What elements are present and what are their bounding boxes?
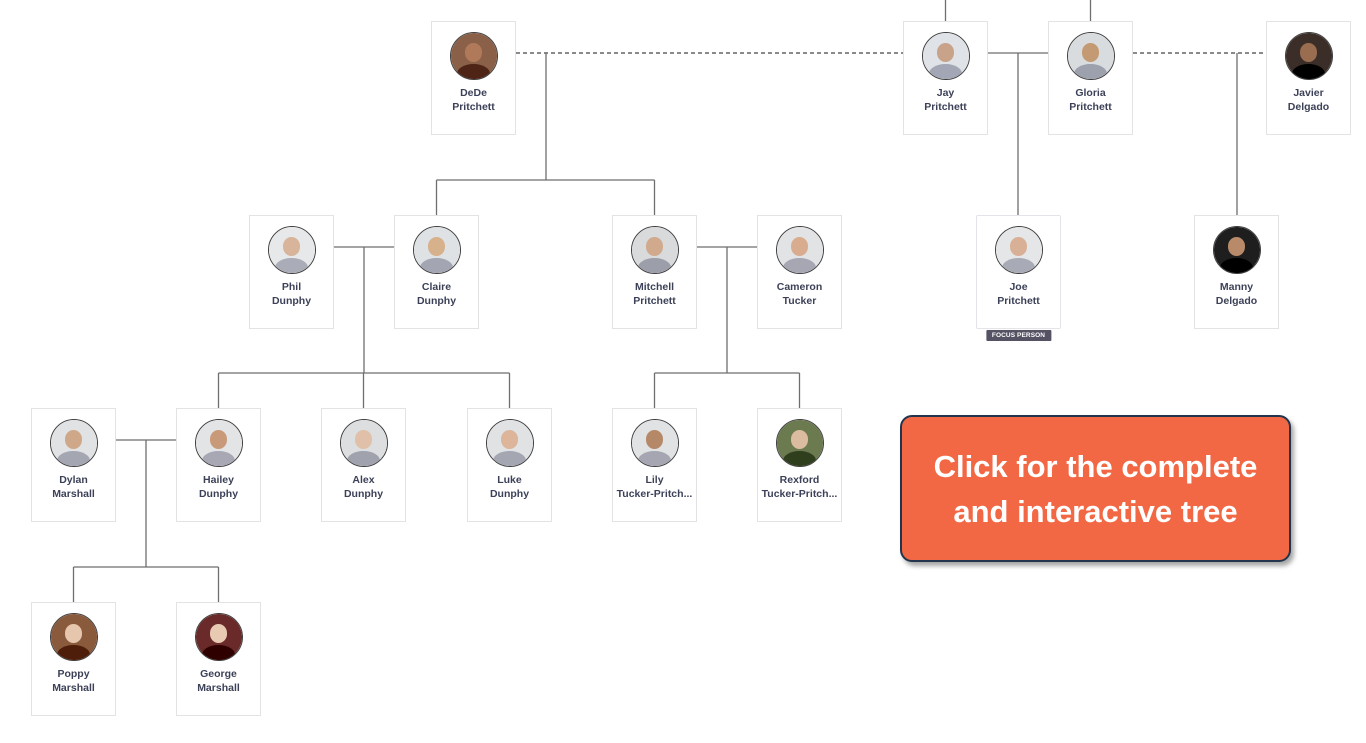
avatar-photo [1212, 226, 1261, 274]
first-name: Cameron [776, 281, 823, 293]
avatar-photo [49, 419, 98, 467]
avatar-photo [339, 419, 388, 467]
first-name: Hailey [203, 474, 234, 486]
avatar-photo [485, 419, 534, 467]
person-name: Luke Dunphy [470, 473, 549, 501]
person-name: Lily Tucker-Pritch... [615, 473, 694, 501]
person-card-phil[interactable]: Phil Dunphy [249, 215, 334, 329]
person-name: DeDe Pritchett [434, 86, 513, 114]
last-name: Dunphy [416, 295, 457, 307]
person-card-manny[interactable]: Manny Delgado [1194, 215, 1279, 329]
person-card-javier[interactable]: Javier Delgado [1266, 21, 1351, 135]
person-card-hailey[interactable]: Hailey Dunphy [176, 408, 261, 522]
person-name: Alex Dunphy [324, 473, 403, 501]
last-name: Delgado [1287, 101, 1330, 113]
last-name: Pritchett [633, 295, 676, 307]
avatar-photo [921, 32, 970, 80]
last-name: Dunphy [343, 488, 384, 500]
last-name: Dunphy [271, 295, 312, 307]
person-card-mitchell[interactable]: Mitchell Pritchett [612, 215, 697, 329]
avatar-photo [994, 226, 1043, 274]
cta-line-1: Click for the complete [933, 448, 1258, 484]
family-tree-canvas[interactable]: DeDe Pritchett Jay Pritchett Gloria Pritchett… [0, 0, 1366, 743]
first-name: Rexford [779, 474, 820, 486]
last-name: Tucker-Pritch... [616, 488, 693, 500]
last-name: Delgado [1215, 295, 1258, 307]
avatar-photo [267, 226, 316, 274]
avatar-photo [630, 419, 679, 467]
first-name: Lily [645, 474, 664, 486]
person-card-lily[interactable]: Lily Tucker-Pritch... [612, 408, 697, 522]
person-name: Mitchell Pritchett [615, 280, 694, 308]
person-name: Rexford Tucker-Pritch... [760, 473, 839, 501]
avatar-photo [775, 419, 824, 467]
last-name: Pritchett [452, 101, 495, 113]
person-card-jay[interactable]: Jay Pritchett [903, 21, 988, 135]
first-name: Jay [936, 87, 955, 99]
person-name: George Marshall [179, 667, 258, 695]
last-name: Marshall [52, 682, 95, 694]
person-card-poppy[interactable]: Poppy Marshall [31, 602, 116, 716]
avatar-photo [194, 613, 243, 661]
open-full-tree-button[interactable]: Click for the complete and interactive t… [900, 415, 1291, 562]
person-card-gloria[interactable]: Gloria Pritchett [1048, 21, 1133, 135]
first-name: George [200, 668, 237, 680]
first-name: Dylan [59, 474, 88, 486]
person-card-rexford[interactable]: Rexford Tucker-Pritch... [757, 408, 842, 522]
first-name: Claire [421, 281, 452, 293]
last-name: Dunphy [198, 488, 239, 500]
avatar-photo [449, 32, 498, 80]
first-name: Mitchell [634, 281, 675, 293]
first-name: Phil [281, 281, 302, 293]
last-name: Tucker-Pritch... [761, 488, 838, 500]
avatar-photo [194, 419, 243, 467]
person-name: Cameron Tucker [760, 280, 839, 308]
last-name: Pritchett [924, 101, 967, 113]
avatar-photo [1284, 32, 1333, 80]
person-name: Joe Pritchett [979, 280, 1058, 308]
person-card-claire[interactable]: Claire Dunphy [394, 215, 479, 329]
person-name: Hailey Dunphy [179, 473, 258, 501]
last-name: Pritchett [997, 295, 1040, 307]
last-name: Tucker [782, 295, 817, 307]
first-name: Joe [1009, 281, 1028, 293]
first-name: Manny [1219, 281, 1254, 293]
person-card-dylan[interactable]: Dylan Marshall [31, 408, 116, 522]
first-name: DeDe [460, 87, 487, 99]
focus-person-badge: FOCUS PERSON [985, 330, 1052, 341]
first-name: Luke [497, 474, 522, 486]
first-name: Gloria [1075, 87, 1106, 99]
person-card-george[interactable]: George Marshall [176, 602, 261, 716]
person-name: Phil Dunphy [252, 280, 331, 308]
cta-line-2: and interactive tree [953, 493, 1238, 529]
last-name: Dunphy [489, 488, 530, 500]
first-name: Poppy [57, 668, 90, 680]
person-name: Javier Delgado [1269, 86, 1348, 114]
person-name: Poppy Marshall [34, 667, 113, 695]
first-name: Javier [1293, 87, 1324, 99]
person-card-dede[interactable]: DeDe Pritchett [431, 21, 516, 135]
person-card-cameron[interactable]: Cameron Tucker [757, 215, 842, 329]
avatar-photo [775, 226, 824, 274]
person-name: Jay Pritchett [906, 86, 985, 114]
avatar-photo [49, 613, 98, 661]
avatar-photo [1066, 32, 1115, 80]
person-name: Claire Dunphy [397, 280, 476, 308]
person-name: Dylan Marshall [34, 473, 113, 501]
avatar-photo [630, 226, 679, 274]
person-card-joe[interactable]: Joe Pritchett FOCUS PERSON [976, 215, 1061, 341]
last-name: Marshall [52, 488, 95, 500]
person-name: Gloria Pritchett [1051, 86, 1130, 114]
person-name: Manny Delgado [1197, 280, 1276, 308]
first-name: Alex [352, 474, 375, 486]
last-name: Marshall [197, 682, 240, 694]
person-card-alex[interactable]: Alex Dunphy [321, 408, 406, 522]
person-card-luke[interactable]: Luke Dunphy [467, 408, 552, 522]
last-name: Pritchett [1069, 101, 1112, 113]
avatar-photo [412, 226, 461, 274]
